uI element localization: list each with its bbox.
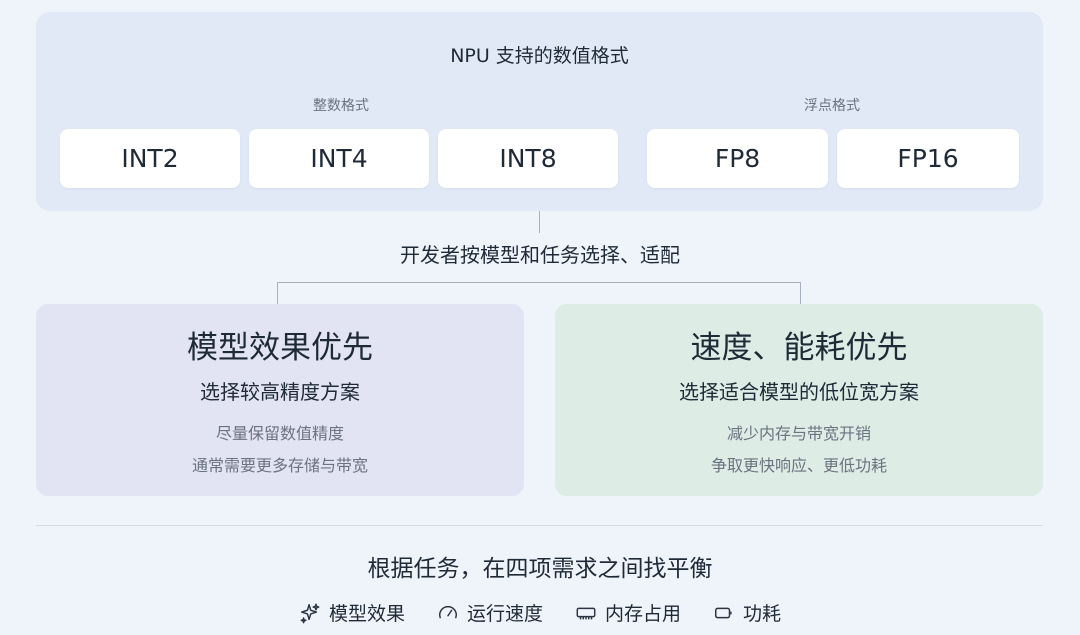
factor-label: 功耗 xyxy=(743,603,782,625)
factor-memory-usage: 内存占用 xyxy=(575,599,681,626)
factor-model-quality: 模型效果 xyxy=(299,599,405,626)
card-detail: 通常需要更多存储与带宽 xyxy=(191,456,368,475)
formats-panel: NPU 支持的数值格式 整数格式 浮点格式 INT2 INT4 INT8 FP8… xyxy=(36,12,1043,211)
connector-right xyxy=(800,282,801,304)
format-chip-int8: INT8 xyxy=(438,129,618,188)
accuracy-priority-card: 模型效果优先 选择较高精度方案 尽量保留数值精度 通常需要更多存储与带宽 xyxy=(36,304,524,496)
balance-title: 根据任务，在四项需求之间找平衡 xyxy=(367,556,713,582)
factor-label: 运行速度 xyxy=(466,603,543,625)
card-detail: 减少内存与带宽开销 xyxy=(726,424,871,443)
card-title: 模型效果优先 xyxy=(187,330,373,366)
sparkle-icon xyxy=(300,603,320,623)
format-chip-int2: INT2 xyxy=(60,129,240,188)
speedometer-icon xyxy=(439,605,457,618)
card-subtitle: 选择适合模型的低位宽方案 xyxy=(679,380,919,404)
connector-top xyxy=(539,211,540,233)
memory-chip-icon xyxy=(576,607,596,619)
connector-left xyxy=(277,282,278,304)
card-detail: 尽量保留数值精度 xyxy=(215,424,344,443)
format-chip-int4: INT4 xyxy=(249,129,429,188)
card-detail: 争取更快响应、更低功耗 xyxy=(710,456,887,475)
factor-list: 模型效果 运行速度 内存占用 功耗 xyxy=(0,599,1080,626)
factor-power-consumption: 功耗 xyxy=(713,599,781,626)
card-subtitle: 选择较高精度方案 xyxy=(200,380,360,404)
factor-label: 模型效果 xyxy=(328,603,405,625)
format-chip-fp16: FP16 xyxy=(837,129,1019,188)
card-title: 速度、能耗优先 xyxy=(690,330,908,366)
selection-label: 开发者按模型和任务选择、适配 xyxy=(400,243,680,267)
format-chip-fp8: FP8 xyxy=(647,129,828,188)
divider xyxy=(36,525,1043,526)
factor-label: 内存占用 xyxy=(605,603,682,625)
battery-icon xyxy=(715,607,732,618)
factor-run-speed: 运行速度 xyxy=(437,599,543,626)
connector-branch xyxy=(277,282,801,283)
formats-title: NPU 支持的数值格式 xyxy=(450,45,629,67)
float-group-label: 浮点格式 xyxy=(804,98,860,114)
speed-power-priority-card: 速度、能耗优先 选择适合模型的低位宽方案 减少内存与带宽开销 争取更快响应、更低… xyxy=(555,304,1043,496)
integer-group-label: 整数格式 xyxy=(313,98,369,114)
